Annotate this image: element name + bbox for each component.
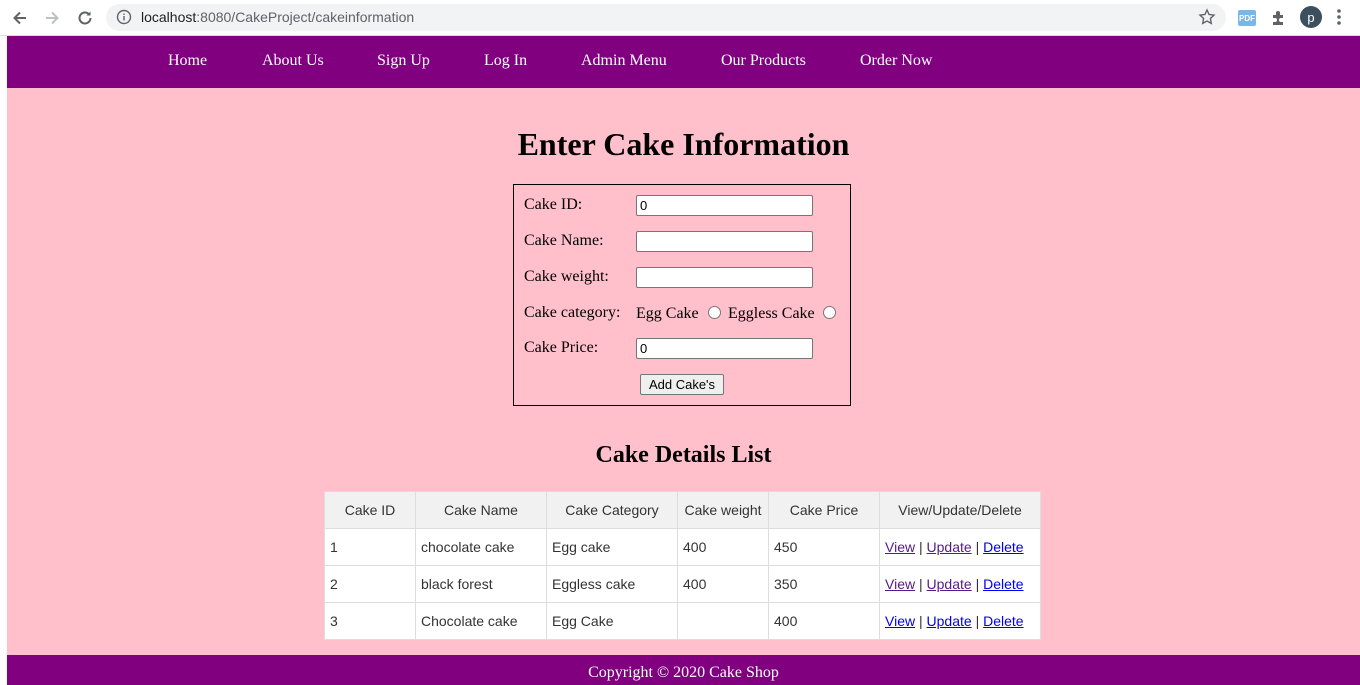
cake-weight-label: Cake weight: (524, 268, 609, 285)
nav-order-now[interactable]: Order Now (860, 52, 932, 70)
footer: Copyright © 2020 Cake Shop (7, 655, 1360, 685)
profile-avatar[interactable]: p (1300, 6, 1322, 28)
update-link[interactable]: Update (927, 576, 972, 592)
cake-name-label: Cake Name: (524, 232, 604, 249)
col-actions: View/Update/Delete (879, 491, 1041, 529)
table-row: 3 Chocolate cake Egg Cake 400 View | Upd… (324, 602, 1041, 640)
cell-category: Egg Cake (546, 602, 678, 640)
page-content: Home About Us Sign Up Log In Admin Menu … (7, 36, 1360, 685)
col-cake-name: Cake Name (415, 491, 547, 529)
delete-link[interactable]: Delete (983, 613, 1023, 629)
delete-link[interactable]: Delete (983, 539, 1023, 555)
separator: | (918, 539, 923, 555)
egg-cake-radio[interactable] (708, 306, 721, 319)
cell-weight: 400 (677, 565, 769, 603)
cell-price: 450 (768, 528, 880, 566)
cell-price: 350 (768, 565, 880, 603)
separator: | (918, 576, 923, 592)
url-path: :8080/CakeProject/cakeinformation (196, 9, 415, 25)
url-host: localhost (141, 9, 197, 25)
cake-form: Cake ID: Cake Name: Cake weight: Cake ca… (513, 184, 851, 406)
delete-link[interactable]: Delete (983, 576, 1023, 592)
cell-id: 2 (324, 565, 416, 603)
back-icon[interactable] (8, 6, 32, 30)
nav-home[interactable]: Home (168, 52, 207, 70)
cake-name-input[interactable] (636, 231, 813, 252)
bookmark-star-icon[interactable] (1198, 8, 1216, 31)
table-header-row: Cake ID Cake Name Cake Category Cake wei… (324, 491, 1041, 529)
col-cake-price: Cake Price (768, 491, 880, 529)
browser-menu-icon[interactable] (1336, 8, 1342, 31)
separator: | (975, 576, 980, 592)
extension-translate-icon[interactable]: PDF (1236, 7, 1258, 29)
cell-id: 1 (324, 528, 416, 566)
url-text: localhost:8080/CakeProject/cakeinformati… (141, 9, 414, 25)
extensions-puzzle-icon[interactable] (1268, 7, 1290, 29)
eggless-cake-radio[interactable] (823, 306, 836, 319)
cake-id-input[interactable] (636, 195, 813, 216)
reload-icon[interactable] (73, 6, 97, 30)
update-link[interactable]: Update (927, 613, 972, 629)
cell-name: black forest (415, 565, 547, 603)
view-link[interactable]: View (885, 576, 915, 592)
cake-table: Cake ID Cake Name Cake Category Cake wei… (324, 491, 1041, 640)
add-cake-button[interactable]: Add Cake's (640, 374, 724, 395)
cake-category-label: Cake category: (524, 304, 621, 321)
cell-price: 400 (768, 602, 880, 640)
egg-cake-label: Egg Cake (636, 305, 699, 322)
col-cake-weight: Cake weight (677, 491, 769, 529)
page-title: Enter Cake Information (517, 126, 850, 162)
nav-sign-up[interactable]: Sign Up (377, 52, 430, 70)
top-navbar: Home About Us Sign Up Log In Admin Menu … (7, 36, 1360, 88)
copyright-text: Copyright © 2020 Cake Shop (588, 664, 779, 681)
table-row: 2 black forest Eggless cake 400 350 View… (324, 565, 1041, 603)
list-title: Cake Details List (595, 442, 772, 468)
view-link[interactable]: View (885, 613, 915, 629)
col-cake-id: Cake ID (324, 491, 416, 529)
view-link[interactable]: View (885, 539, 915, 555)
separator: | (975, 539, 980, 555)
cell-weight: 400 (677, 528, 769, 566)
cell-weight (677, 602, 769, 640)
eggless-cake-label: Eggless Cake (728, 305, 815, 322)
table-row: 1 chocolate cake Egg cake 400 450 View |… (324, 528, 1041, 566)
cell-actions: View | Update | Delete (879, 602, 1041, 640)
cake-price-input[interactable] (636, 338, 813, 359)
nav-log-in[interactable]: Log In (484, 52, 527, 70)
cell-category: Egg cake (546, 528, 678, 566)
cake-price-label: Cake Price: (524, 339, 599, 356)
separator: | (975, 613, 980, 629)
nav-admin-menu[interactable]: Admin Menu (581, 52, 667, 70)
separator: | (918, 613, 923, 629)
forward-icon[interactable] (40, 6, 64, 30)
site-info-icon[interactable] (116, 9, 132, 30)
cake-id-label: Cake ID: (524, 196, 583, 213)
cell-actions: View | Update | Delete (879, 565, 1041, 603)
cell-name: chocolate cake (415, 528, 547, 566)
col-cake-category: Cake Category (546, 491, 678, 529)
address-bar[interactable]: localhost:8080/CakeProject/cakeinformati… (106, 4, 1226, 31)
cell-name: Chocolate cake (415, 602, 547, 640)
browser-toolbar: localhost:8080/CakeProject/cakeinformati… (0, 0, 1360, 36)
nav-about-us[interactable]: About Us (262, 52, 324, 70)
update-link[interactable]: Update (927, 539, 972, 555)
nav-our-products[interactable]: Our Products (721, 52, 806, 70)
cell-id: 3 (324, 602, 416, 640)
cake-weight-input[interactable] (636, 267, 813, 288)
cell-category: Eggless cake (546, 565, 678, 603)
cell-actions: View | Update | Delete (879, 528, 1041, 566)
